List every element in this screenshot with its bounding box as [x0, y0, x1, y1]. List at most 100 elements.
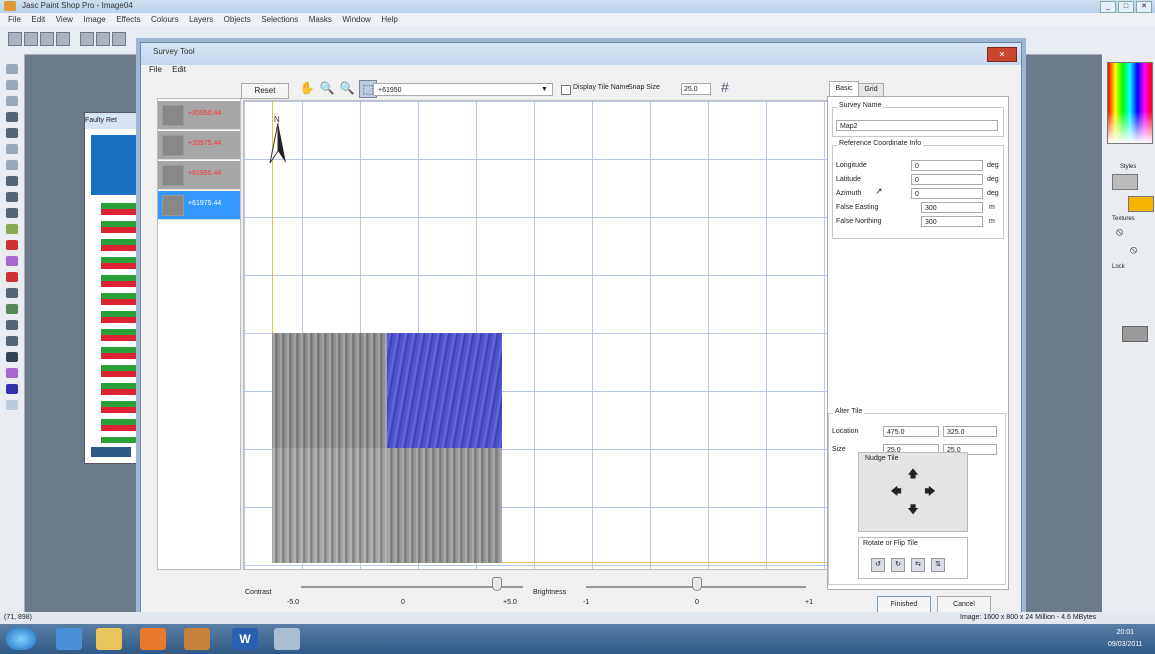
- zoom-tool-icon[interactable]: [6, 80, 18, 90]
- brightness-slider-thumb[interactable]: [692, 577, 702, 591]
- minimize-button[interactable]: _: [1100, 1, 1116, 13]
- pan-tool-icon[interactable]: [6, 64, 18, 74]
- azimuth-icon[interactable]: ↗: [875, 186, 883, 197]
- object-selector-icon[interactable]: [6, 400, 18, 410]
- menu-masks[interactable]: Masks: [309, 13, 332, 26]
- contrast-slider[interactable]: [301, 586, 523, 588]
- list-item[interactable]: +20950.44: [158, 101, 240, 130]
- menu-edit[interactable]: Edit: [31, 13, 45, 26]
- magic-wand-icon[interactable]: [6, 176, 18, 186]
- list-item[interactable]: +61950.44: [158, 161, 240, 190]
- pan-icon[interactable]: ✋: [299, 80, 315, 96]
- print-icon[interactable]: [56, 32, 70, 46]
- menu-colours[interactable]: Colours: [151, 13, 179, 26]
- menu-effects[interactable]: Effects: [116, 13, 140, 26]
- tile-file-dropdown[interactable]: +61950: [373, 83, 553, 96]
- selection-tool-icon[interactable]: [6, 144, 18, 154]
- tab-basic[interactable]: Basic: [829, 81, 859, 96]
- menu-view[interactable]: View: [56, 13, 73, 26]
- survey-canvas[interactable]: N: [243, 100, 830, 570]
- nudge-right-icon[interactable]: 🡆: [923, 485, 937, 499]
- no-texture-bg-icon[interactable]: ⦸: [1130, 244, 1137, 257]
- survey-tool-icon[interactable]: [274, 628, 300, 650]
- background-swatch[interactable]: [1128, 196, 1154, 212]
- snap-size-input[interactable]: 25.0: [681, 83, 711, 95]
- deform-tool-icon[interactable]: [6, 96, 18, 106]
- list-item[interactable]: +20975.44: [158, 131, 240, 160]
- contrast-slider-thumb[interactable]: [492, 577, 502, 591]
- image-tile[interactable]: [272, 448, 387, 563]
- dropper-icon[interactable]: [6, 192, 18, 202]
- menu-selections[interactable]: Selections: [261, 13, 298, 26]
- location-x-input[interactable]: 475.0: [883, 426, 939, 437]
- media-player-icon[interactable]: [140, 628, 166, 650]
- paint-shop-pro-icon[interactable]: [184, 628, 210, 650]
- azimuth-input[interactable]: 0: [911, 188, 983, 199]
- preset-shape-icon[interactable]: [6, 384, 18, 394]
- image-tile[interactable]: [272, 333, 387, 448]
- color-replacer-icon[interactable]: [6, 240, 18, 250]
- start-button[interactable]: [6, 628, 36, 650]
- browser-icon[interactable]: [56, 628, 82, 650]
- nudge-up-icon[interactable]: 🡅: [906, 467, 920, 481]
- reset-button[interactable]: Reset: [241, 83, 289, 99]
- retouch-icon[interactable]: [6, 256, 18, 266]
- chevron-down-icon[interactable]: ▼: [541, 83, 551, 96]
- tab-grid[interactable]: Grid: [858, 83, 884, 97]
- menu-layers[interactable]: Layers: [189, 13, 213, 26]
- redo-icon[interactable]: [96, 32, 110, 46]
- survey-name-input[interactable]: Map2: [836, 120, 998, 131]
- scratch-remover-icon[interactable]: [6, 272, 18, 282]
- image-tile-selected[interactable]: [387, 333, 502, 448]
- menu-window[interactable]: Window: [342, 13, 370, 26]
- menu-file[interactable]: File: [8, 13, 21, 26]
- no-texture-icon[interactable]: ⦸: [1116, 226, 1123, 239]
- zoom-out-icon[interactable]: 🔍: [339, 80, 355, 96]
- menu-help[interactable]: Help: [381, 13, 397, 26]
- flip-vertical-icon[interactable]: ⇅: [931, 558, 945, 572]
- clone-brush-icon[interactable]: [6, 224, 18, 234]
- paintbrush-icon[interactable]: [6, 208, 18, 218]
- nudge-down-icon[interactable]: 🡇: [906, 503, 920, 517]
- new-icon[interactable]: [8, 32, 22, 46]
- display-tile-name-checkbox[interactable]: [561, 85, 571, 95]
- false-northing-input[interactable]: 300: [921, 216, 983, 227]
- explorer-icon[interactable]: [96, 628, 122, 650]
- crop-tool-icon[interactable]: [6, 112, 18, 122]
- dialog-menu-file[interactable]: File: [149, 65, 162, 74]
- move-tool-icon[interactable]: [6, 128, 18, 138]
- draw-tool-icon[interactable]: [6, 368, 18, 378]
- rotate-right-icon[interactable]: ↻: [891, 558, 905, 572]
- location-y-input[interactable]: 325.0: [943, 426, 997, 437]
- false-easting-input[interactable]: 300: [921, 202, 983, 213]
- word-icon[interactable]: W: [232, 628, 258, 650]
- airbrush-icon[interactable]: [6, 320, 18, 330]
- close-button[interactable]: ✕: [1136, 1, 1152, 13]
- grid-icon[interactable]: #: [721, 79, 729, 95]
- longitude-input[interactable]: 0: [911, 160, 983, 171]
- list-item-selected[interactable]: +61975.44: [158, 191, 240, 220]
- freehand-tool-icon[interactable]: [6, 160, 18, 170]
- dialog-close-button[interactable]: ✕: [987, 47, 1017, 62]
- eraser-icon[interactable]: [6, 288, 18, 298]
- foreground-swatch[interactable]: [1112, 174, 1138, 190]
- open-icon[interactable]: [24, 32, 38, 46]
- save-icon[interactable]: [40, 32, 54, 46]
- menu-image[interactable]: Image: [83, 13, 105, 26]
- lock-checkbox[interactable]: Lock: [1112, 264, 1125, 270]
- maximize-button[interactable]: □: [1118, 1, 1134, 13]
- zoom-in-icon[interactable]: 🔍: [319, 80, 335, 96]
- latitude-input[interactable]: 0: [911, 174, 983, 185]
- flood-fill-icon[interactable]: [6, 336, 18, 346]
- cut-icon[interactable]: [112, 32, 126, 46]
- menu-objects[interactable]: Objects: [224, 13, 251, 26]
- text-tool-icon[interactable]: [6, 352, 18, 362]
- color-picker[interactable]: [1107, 62, 1153, 144]
- dialog-menu-edit[interactable]: Edit: [172, 65, 186, 74]
- flip-horizontal-icon[interactable]: ⇆: [911, 558, 925, 572]
- picture-tube-icon[interactable]: [6, 304, 18, 314]
- undo-icon[interactable]: [80, 32, 94, 46]
- image-tile[interactable]: [387, 448, 502, 563]
- rotate-left-icon[interactable]: ↺: [871, 558, 885, 572]
- nudge-left-icon[interactable]: 🡄: [889, 485, 903, 499]
